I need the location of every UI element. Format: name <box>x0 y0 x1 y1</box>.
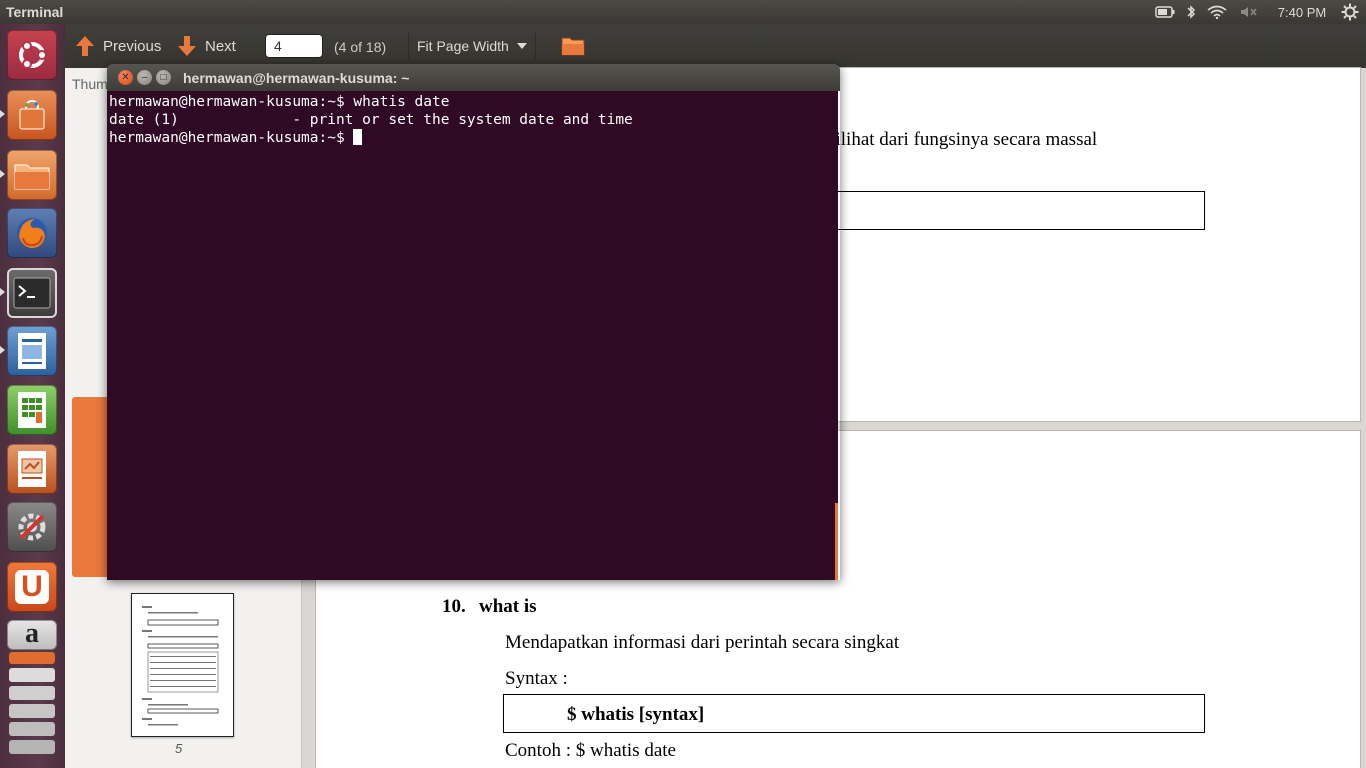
terminal-titlebar[interactable]: ✕ – □ hermawan@hermawan-kusuma: ~ <box>107 64 840 91</box>
battery-icon[interactable] <box>1154 0 1176 24</box>
section-title: what is <box>479 596 537 617</box>
previous-page-button[interactable]: Previous <box>75 33 161 59</box>
page-count: (4 of 18) <box>334 39 387 55</box>
terminal-line: hermawan@hermawan-kusuma:~$ whatis date <box>109 94 450 110</box>
section-description: Mendapatkan informasi dari perintah seca… <box>505 632 900 653</box>
section-number: 10. <box>442 596 466 617</box>
volume-muted-icon[interactable] <box>1238 0 1260 24</box>
sidebar-header: Thum <box>72 76 108 92</box>
close-icon[interactable]: ✕ <box>118 70 133 85</box>
active-app-title: Terminal <box>6 4 64 20</box>
terminal-prompt: hermawan@hermawan-kusuma:~$ <box>109 130 354 146</box>
running-indicator <box>0 288 5 296</box>
folder-icon <box>561 37 585 56</box>
writer-icon <box>18 333 46 369</box>
ubuntu-one-button[interactable]: U <box>7 562 57 612</box>
amazon-button[interactable]: a <box>7 620 57 650</box>
syntax-box: $ whatis [syntax] <box>503 694 1205 733</box>
previous-label: Previous <box>103 37 162 55</box>
terminal-line: date (1) - print or set the system date … <box>109 112 633 128</box>
shopping-bag-icon <box>19 99 45 130</box>
next-label: Next <box>205 37 236 55</box>
system-settings-button[interactable] <box>7 502 57 552</box>
open-folder-button[interactable] <box>561 36 585 60</box>
selected-thumbnail-highlight[interactable] <box>72 397 112 577</box>
folder-icon <box>14 164 50 190</box>
arrow-up-icon <box>76 36 94 56</box>
maximize-icon[interactable]: □ <box>156 70 171 85</box>
ubuntu-logo-icon <box>19 41 47 69</box>
calc-button[interactable] <box>7 385 57 435</box>
zoom-select[interactable]: Fit Page Width <box>408 33 536 59</box>
syntax-label: Syntax : <box>505 668 568 689</box>
arrow-down-icon <box>178 36 196 56</box>
clock[interactable]: 7:40 PM <box>1272 0 1332 24</box>
terminal-icon <box>13 277 51 309</box>
example-line: Contoh : $ whatis date <box>505 740 676 761</box>
thumbnail-preview <box>142 606 219 726</box>
workspaces-icon <box>9 652 55 754</box>
amazon-icon: a <box>25 618 39 649</box>
top-panel: Terminal 7:40 PM <box>0 0 1366 24</box>
running-indicator <box>0 110 5 118</box>
page-number-input[interactable] <box>265 34 323 58</box>
minimize-icon[interactable]: – <box>137 70 152 85</box>
ubuntu-one-icon: U <box>15 570 49 604</box>
terminal-window[interactable]: ✕ – □ hermawan@hermawan-kusuma: ~ hermaw… <box>107 64 840 580</box>
bluetooth-icon[interactable] <box>1183 0 1199 24</box>
terminal-title: hermawan@hermawan-kusuma: ~ <box>183 70 410 86</box>
firefox-button[interactable] <box>7 208 57 258</box>
syntax-code: $ whatis [syntax] <box>567 704 705 725</box>
impress-icon <box>18 451 46 487</box>
writer-button[interactable] <box>7 326 57 376</box>
page-thumbnail[interactable] <box>131 593 234 737</box>
workspaces-button[interactable] <box>7 652 57 760</box>
dash-home-button[interactable] <box>7 30 57 80</box>
running-indicator <box>0 346 5 354</box>
gear-icon[interactable] <box>1338 0 1362 24</box>
text-cursor <box>353 129 363 145</box>
settings-icon <box>18 513 46 541</box>
scroll-edge <box>835 503 838 580</box>
files-button[interactable] <box>7 150 57 200</box>
zoom-value: Fit Page Width <box>417 38 509 54</box>
document-viewer-toolbar: Previous Next (4 of 18) Fit Page Width <box>65 24 1366 68</box>
terminal-prompt-line[interactable]: hermawan@hermawan-kusuma:~$ <box>109 129 836 147</box>
impress-button[interactable] <box>7 444 57 494</box>
thumbnail-page-number: 5 <box>175 741 183 756</box>
software-center-button[interactable] <box>7 90 57 140</box>
chevron-down-icon <box>516 43 527 49</box>
terminal-output[interactable]: hermawan@hermawan-kusuma:~$ whatis date … <box>107 91 838 580</box>
running-indicator <box>0 170 5 178</box>
next-page-button[interactable]: Next <box>177 33 236 59</box>
firefox-icon <box>17 218 47 248</box>
launcher: U a <box>0 24 65 768</box>
calc-icon <box>18 392 46 428</box>
wifi-icon[interactable] <box>1206 0 1228 24</box>
terminal-button[interactable] <box>7 268 57 318</box>
partial-text-line: dilihat dari fungsinya secara massal <box>826 129 1098 150</box>
